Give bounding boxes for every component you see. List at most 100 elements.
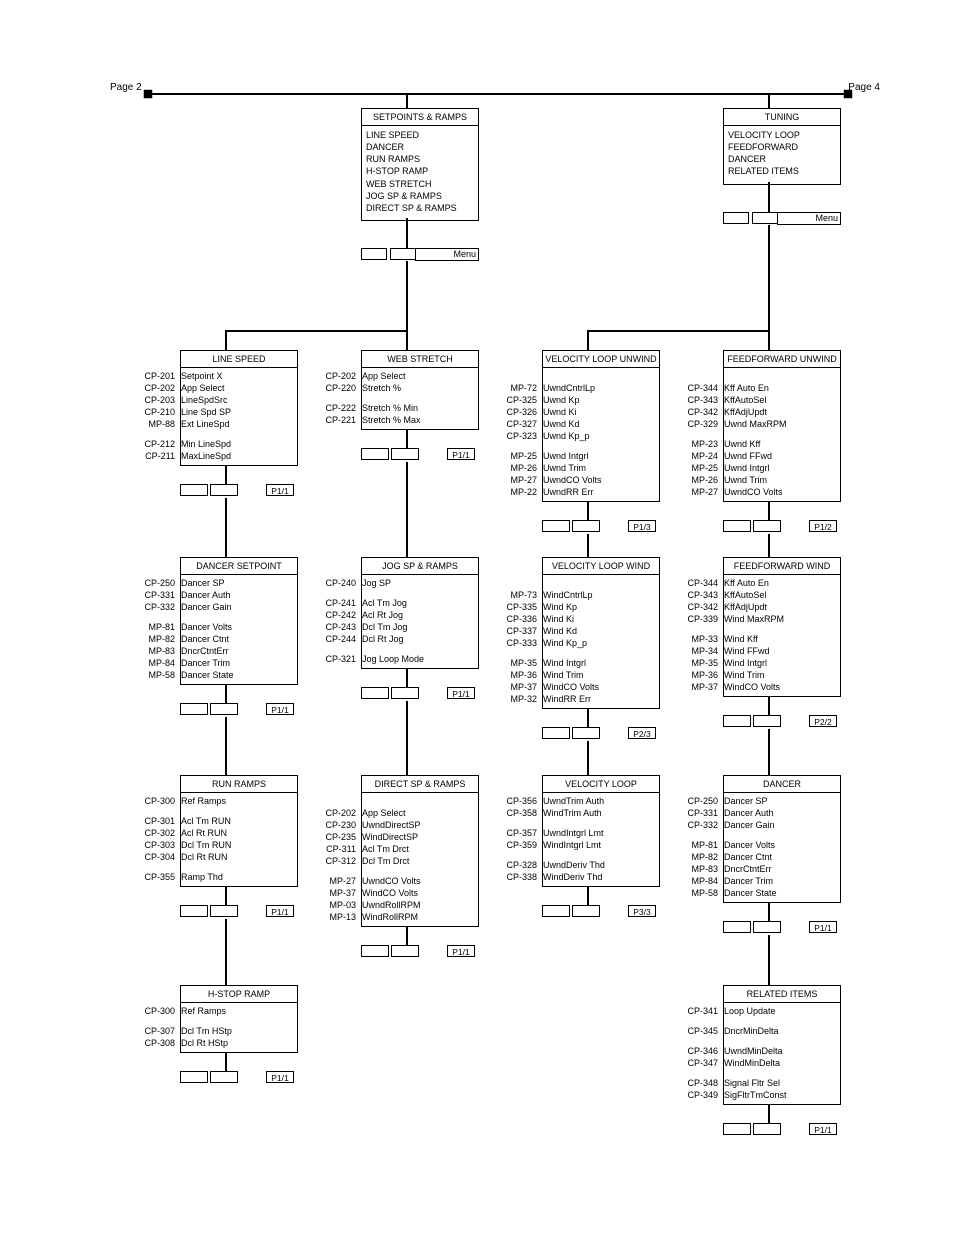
param-name: Dancer SP bbox=[178, 577, 315, 589]
box-title: DIRECT SP & RAMPS bbox=[362, 776, 478, 793]
box-title: VELOCITY LOOP bbox=[543, 776, 659, 793]
param-code: CP-211 bbox=[135, 450, 178, 462]
menu-item[interactable]: DANCER bbox=[728, 153, 836, 165]
param-name: App Select bbox=[359, 370, 496, 382]
param-code: MP-22 bbox=[497, 486, 540, 498]
param-name: Jog Loop Mode bbox=[359, 653, 496, 665]
param-name: DncrMinDelta bbox=[721, 1025, 858, 1037]
param-code: CP-221 bbox=[316, 414, 359, 426]
param-code: CP-344 bbox=[678, 577, 721, 589]
param-name: Wind Kp_p bbox=[540, 637, 677, 649]
pager: P1/1 bbox=[723, 1123, 841, 1137]
param-code: CP-332 bbox=[678, 819, 721, 831]
param-code: MP-83 bbox=[678, 863, 721, 875]
menu-item[interactable]: RELATED ITEMS bbox=[728, 165, 836, 177]
menu-item[interactable]: VELOCITY LOOP bbox=[728, 129, 836, 141]
param-code: CP-332 bbox=[135, 601, 178, 613]
param-code: MP-58 bbox=[135, 669, 178, 681]
param-name: Dcl Tm Jog bbox=[359, 621, 496, 633]
param-name: Uwnd Intgrl bbox=[721, 462, 858, 474]
param-name: KffAutoSel bbox=[721, 394, 858, 406]
param-code: CP-220 bbox=[316, 382, 359, 394]
menu-item[interactable]: JOG SP & RAMPS bbox=[366, 190, 474, 202]
param-name: Ramp Thd bbox=[178, 871, 315, 883]
param-name: Wind Kp bbox=[540, 601, 677, 613]
param-code: CP-307 bbox=[135, 1025, 178, 1037]
param-name: Dancer Gain bbox=[178, 601, 315, 613]
param-name: Dancer Auth bbox=[178, 589, 315, 601]
param-name: Dancer State bbox=[178, 669, 315, 681]
param-code: CP-345 bbox=[678, 1025, 721, 1037]
box-title: JOG SP & RAMPS bbox=[362, 558, 478, 575]
param-code: CP-303 bbox=[135, 839, 178, 851]
param-code: CP-343 bbox=[678, 589, 721, 601]
param-name: Dancer Ctnt bbox=[721, 851, 858, 863]
param-name: Wind Ki bbox=[540, 613, 677, 625]
menu-item[interactable]: RUN RAMPS bbox=[366, 153, 474, 165]
param-name: Signal Fltr Sel bbox=[721, 1077, 858, 1089]
pager: P1/1 bbox=[180, 1071, 298, 1085]
param-name: Ref Ramps bbox=[178, 1005, 315, 1017]
param-name: UwndCO Volts bbox=[540, 474, 677, 486]
pager: P1/1 bbox=[723, 921, 841, 935]
param-name: WindTrim Auth bbox=[540, 807, 677, 819]
param-code: MP-84 bbox=[678, 875, 721, 887]
param-code: MP-35 bbox=[497, 657, 540, 669]
param-name: UwndDeriv Thd bbox=[540, 859, 677, 871]
pager: P1/1 bbox=[180, 484, 298, 498]
menu-item[interactable]: WEB STRETCH bbox=[366, 178, 474, 190]
param-name: Stretch % Max bbox=[359, 414, 496, 426]
menu-item[interactable]: LINE SPEED bbox=[366, 129, 474, 141]
param-name: Wind FFwd bbox=[721, 645, 858, 657]
param-code: MP-32 bbox=[497, 693, 540, 705]
param-name: Uwnd Trim bbox=[540, 462, 677, 474]
param-code: CP-346 bbox=[678, 1045, 721, 1057]
param-name: Dancer State bbox=[721, 887, 858, 899]
pager: P3/3 bbox=[542, 905, 660, 919]
param-name: Uwnd Intgrl bbox=[540, 450, 677, 462]
param-name: Dancer Ctnt bbox=[178, 633, 315, 645]
menu-title: TUNING bbox=[724, 109, 840, 126]
param-code: CP-331 bbox=[135, 589, 178, 601]
param-code: CP-323 bbox=[497, 430, 540, 442]
menu-item[interactable]: DIRECT SP & RAMPS bbox=[366, 202, 474, 214]
param-name: Kff Auto En bbox=[721, 577, 858, 589]
param-code: MP-24 bbox=[678, 450, 721, 462]
param-code: MP-81 bbox=[678, 839, 721, 851]
menu-box: SETPOINTS & RAMPSLINE SPEEDDANCERRUN RAM… bbox=[361, 108, 479, 221]
menu-item[interactable]: H-STOP RAMP bbox=[366, 165, 474, 177]
menu-button[interactable]: Menu bbox=[415, 248, 479, 261]
param-code: MP-27 bbox=[316, 875, 359, 887]
param-name: Acl Rt RUN bbox=[178, 827, 315, 839]
param-code: MP-33 bbox=[678, 633, 721, 645]
param-code: MP-26 bbox=[678, 474, 721, 486]
param-name: Acl Rt Jog bbox=[359, 609, 496, 621]
menu-button[interactable]: Menu bbox=[777, 212, 841, 225]
param-name: Dancer Trim bbox=[178, 657, 315, 669]
param-name: WindDirectSP bbox=[359, 831, 496, 843]
param-code: CP-343 bbox=[678, 394, 721, 406]
param-name: Acl Tm RUN bbox=[178, 815, 315, 827]
param-name: Wind MaxRPM bbox=[721, 613, 858, 625]
param-code: CP-348 bbox=[678, 1077, 721, 1089]
menu-item[interactable]: DANCER bbox=[366, 141, 474, 153]
param-name: Acl Tm Jog bbox=[359, 597, 496, 609]
param-code: CP-243 bbox=[316, 621, 359, 633]
param-name: LineSpdSrc bbox=[178, 394, 315, 406]
box-title: VELOCITY LOOP UNWIND bbox=[543, 351, 659, 368]
param-name: Min LineSpd bbox=[178, 438, 315, 450]
param-code: CP-250 bbox=[678, 795, 721, 807]
pager: P1/3 bbox=[542, 520, 660, 534]
param-code: MP-36 bbox=[497, 669, 540, 681]
param-name: WindIntgrl Lmt bbox=[540, 839, 677, 851]
param-name: WindMinDelta bbox=[721, 1057, 858, 1069]
param-name: WindCntrlLp bbox=[540, 589, 677, 601]
param-name: Uwnd MaxRPM bbox=[721, 418, 858, 430]
menu-item[interactable]: FEEDFORWARD bbox=[728, 141, 836, 153]
param-code: CP-327 bbox=[497, 418, 540, 430]
param-code: CP-325 bbox=[497, 394, 540, 406]
param-name: WindRR Err bbox=[540, 693, 677, 705]
param-code: MP-58 bbox=[678, 887, 721, 899]
param-code: CP-333 bbox=[497, 637, 540, 649]
pager: P1/1 bbox=[180, 703, 298, 717]
